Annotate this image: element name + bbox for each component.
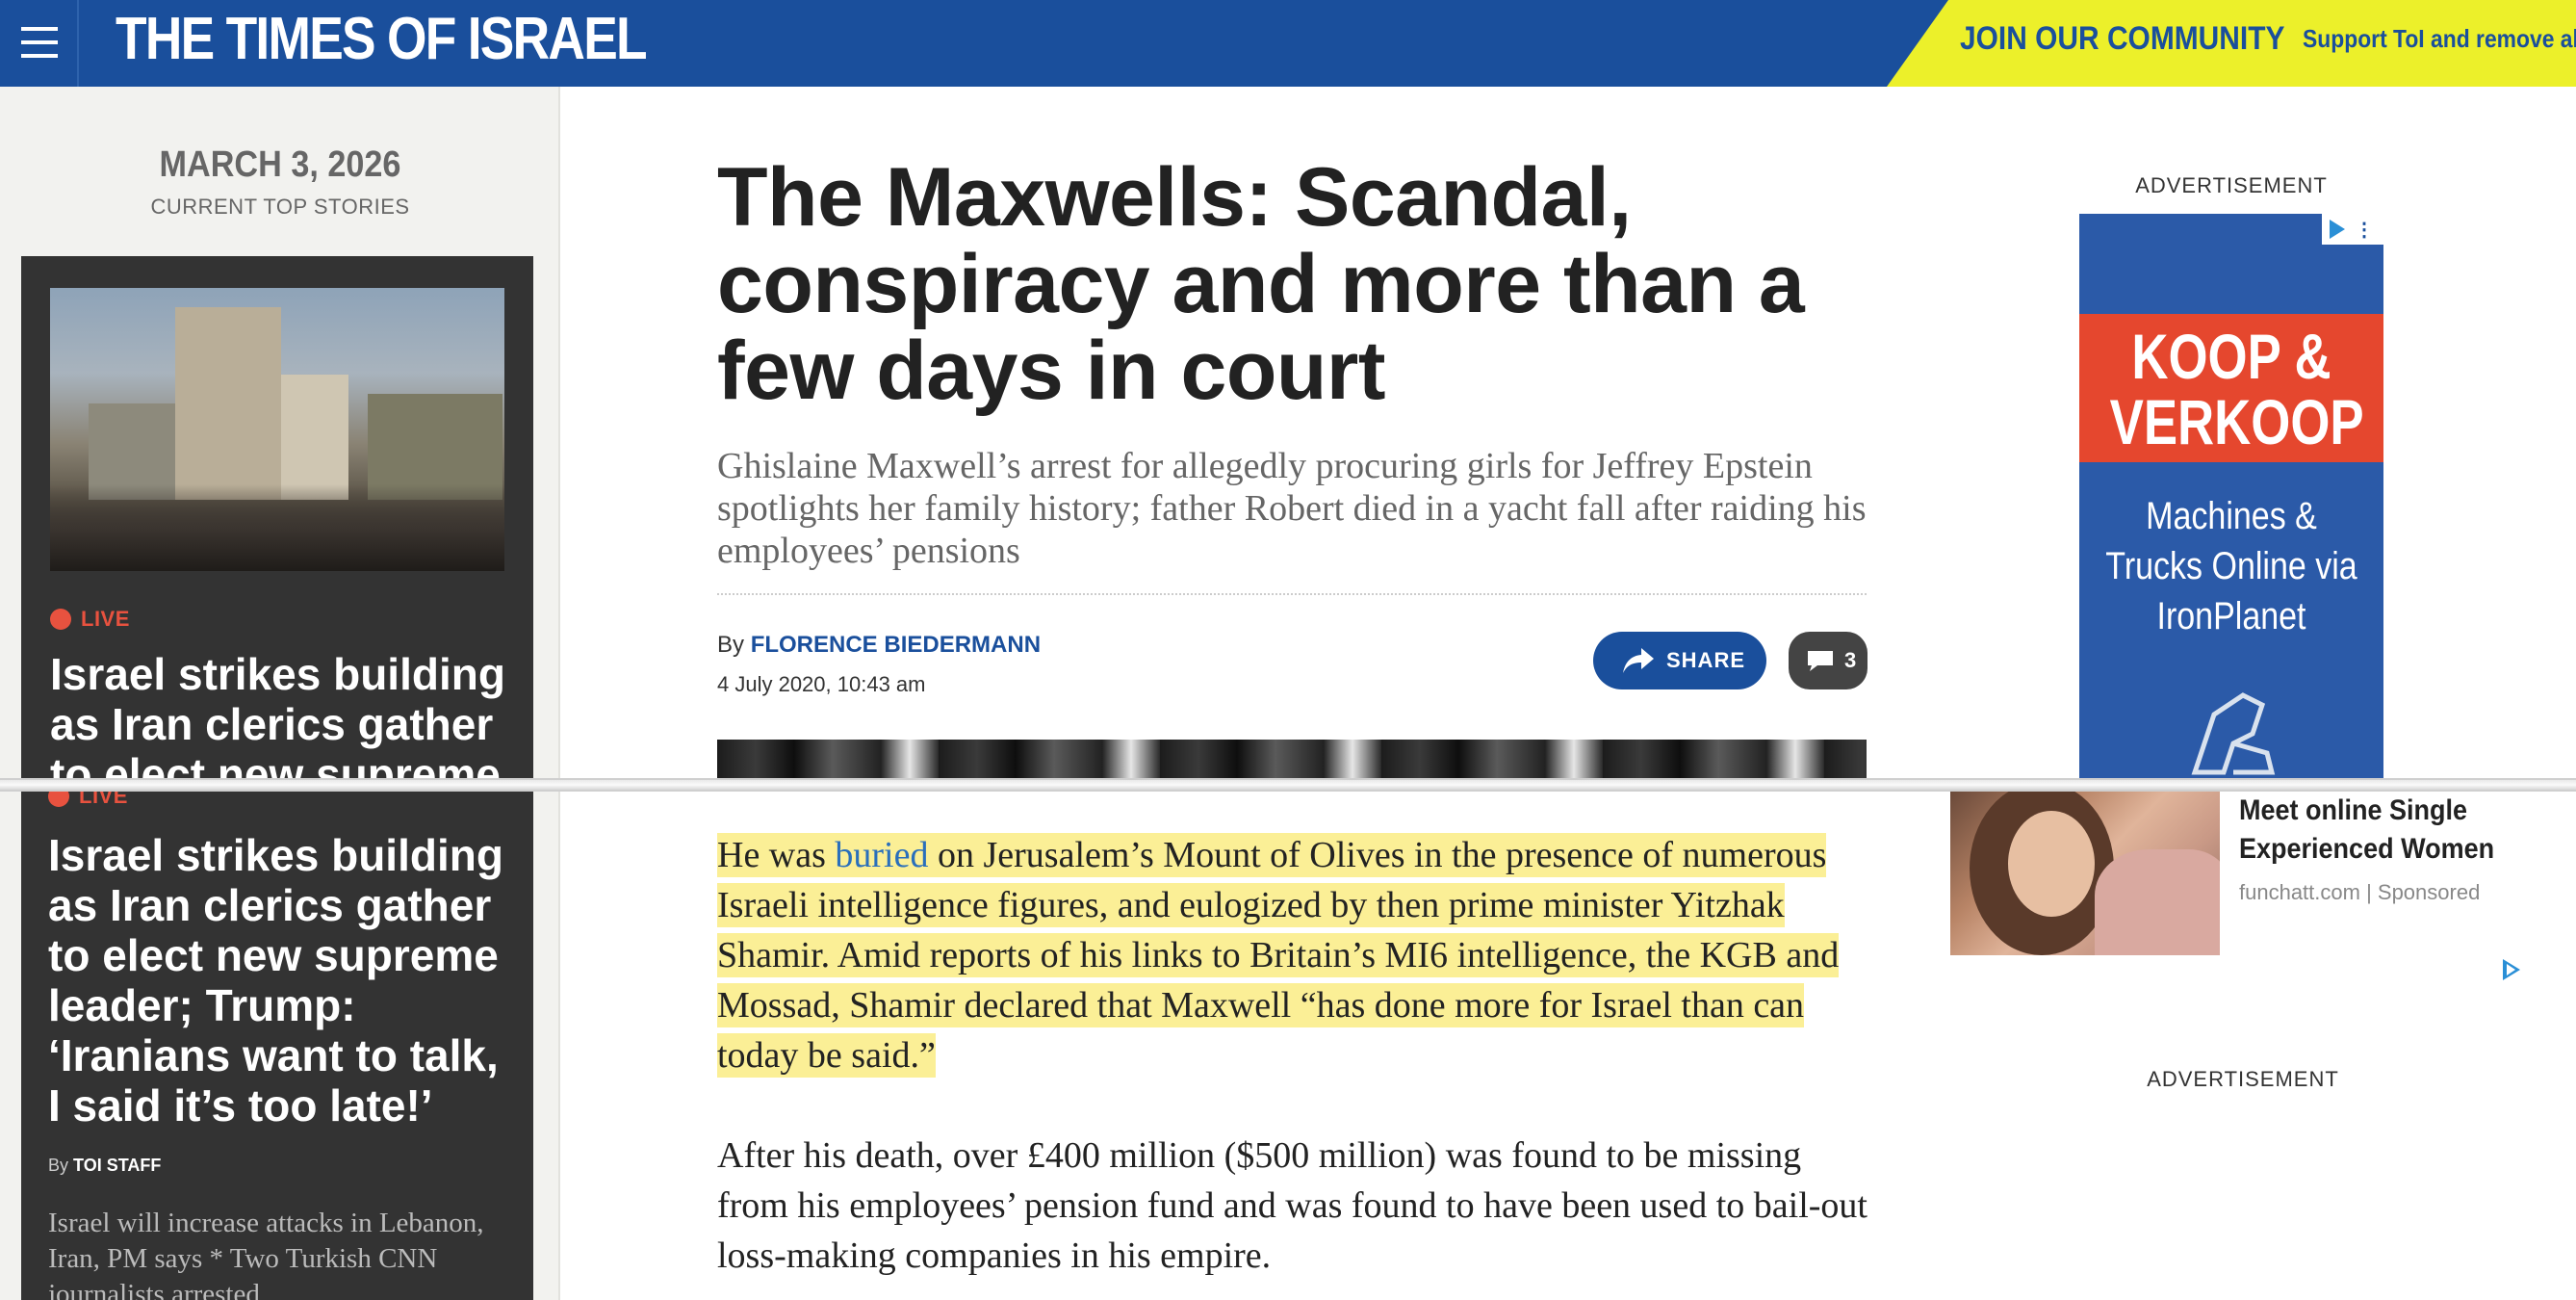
community-banner[interactable]: JOIN OUR COMMUNITY Support ToI and remov… [1887, 0, 2576, 87]
sidebar-date: MARCH 3, 2026 [159, 144, 401, 185]
ad-body-line-3: IronPlanet [2156, 595, 2306, 637]
hamburger-icon [21, 27, 58, 31]
share-label: SHARE [1666, 648, 1746, 672]
article-subtitle: Ghislaine Maxwell’s arrest for allegedly… [717, 446, 1867, 571]
byline-prefix: By [48, 1156, 69, 1175]
live-badge-continued: LIVE [48, 792, 128, 809]
hamburger-icon-line [21, 40, 58, 44]
top-story-card-continued[interactable]: LIVE Israel strikes building as Iran cle… [21, 792, 533, 1300]
share-arrow-icon [1623, 648, 1654, 673]
ad-body: Machines & Trucks Online via IronPlanet [2079, 491, 2383, 641]
site-header: THE TIMES OF ISRAEL JOIN OUR COMMUNITY S… [0, 0, 2576, 87]
article-byline: By FLORENCE BIEDERMANN [717, 632, 1041, 659]
live-label: LIVE [81, 607, 130, 631]
ironplanet-ad[interactable]: ⋮ KOOP & VERKOOP Machines & Trucks Onlin… [2079, 214, 2383, 778]
live-dot-icon [50, 609, 71, 630]
highlighted-text: He was buried on Jerusalem’s Mount of Ol… [717, 833, 1840, 1078]
comment-bubble-icon [1808, 651, 1833, 671]
live-dot-icon [48, 792, 69, 807]
site-logo[interactable]: THE TIMES OF ISRAEL [116, 0, 648, 87]
more-options-icon: ⋮ [2355, 220, 2374, 241]
banner-wedge [1887, 0, 1948, 87]
support-link[interactable]: Support ToI and remove al [2303, 0, 2576, 77]
story-teaser[interactable]: Israel will increase attacks in Lebanon,… [48, 1206, 510, 1300]
article-photo [717, 740, 1867, 778]
live-badge: LIVE [50, 607, 130, 632]
author-link[interactable]: FLORENCE BIEDERMANN [751, 632, 1041, 658]
ad-headline-line-2: VERKOOP [2109, 386, 2364, 457]
para-text: He was [717, 835, 836, 875]
join-community-link[interactable]: JOIN OUR COMMUNITY [1960, 0, 2284, 77]
buried-link[interactable]: buried [835, 835, 928, 875]
screenshot-seam [0, 778, 2576, 792]
adchoices-icon [2330, 220, 2345, 239]
comments-button[interactable]: 3 [1789, 632, 1868, 689]
story-byline: By TOI STAFF [48, 1156, 161, 1176]
ad-body-line-2: Trucks Online via [2105, 545, 2357, 587]
ad-body-line-1: Machines & [2146, 495, 2317, 537]
advertisement-label-2: ADVERTISEMENT [2147, 1067, 2339, 1091]
live-label: LIVE [79, 792, 128, 808]
story-headline-top[interactable]: Israel strikes building as Iran clerics … [50, 649, 512, 790]
ad-headline: KOOP & VERKOOP [2079, 314, 2383, 462]
adchoices-badge[interactable]: ⋮ [2322, 214, 2383, 245]
story-image[interactable] [50, 288, 504, 571]
share-button[interactable]: SHARE [1593, 632, 1766, 689]
sponsored-image[interactable] [1950, 792, 2220, 955]
byline-prefix: By [717, 632, 745, 658]
publish-date: 4 July 2020, 10:43 am [717, 672, 926, 696]
advertisement-label: ADVERTISEMENT [2135, 173, 2328, 197]
story-headline[interactable]: Israel strikes building as Iran clerics … [48, 830, 510, 1131]
sponsored-title[interactable]: Meet online Single Experienced Women [2239, 792, 2534, 869]
byline-author: TOI STAFF [73, 1156, 162, 1175]
sponsored-source: funchatt.com | Sponsored [2239, 880, 2481, 904]
ad-headline-line-1: KOOP & [2131, 321, 2331, 392]
subtitle-divider [717, 593, 1867, 595]
excavator-icon [2191, 692, 2276, 775]
menu-button[interactable] [0, 0, 79, 87]
sidebar-date-subtitle: CURRENT TOP STORIES [150, 195, 410, 219]
hamburger-icon-line [21, 54, 58, 58]
adchoices-icon[interactable] [2503, 959, 2520, 980]
article-paragraph: After his death, over £400 million ($500… [717, 1135, 1868, 1276]
article-paragraph-highlighted: He was buried on Jerusalem’s Mount of Ol… [717, 830, 1872, 1080]
article-title: The Maxwells: Scandal, conspiracy and mo… [717, 151, 1805, 417]
comment-count: 3 [1844, 648, 1857, 672]
